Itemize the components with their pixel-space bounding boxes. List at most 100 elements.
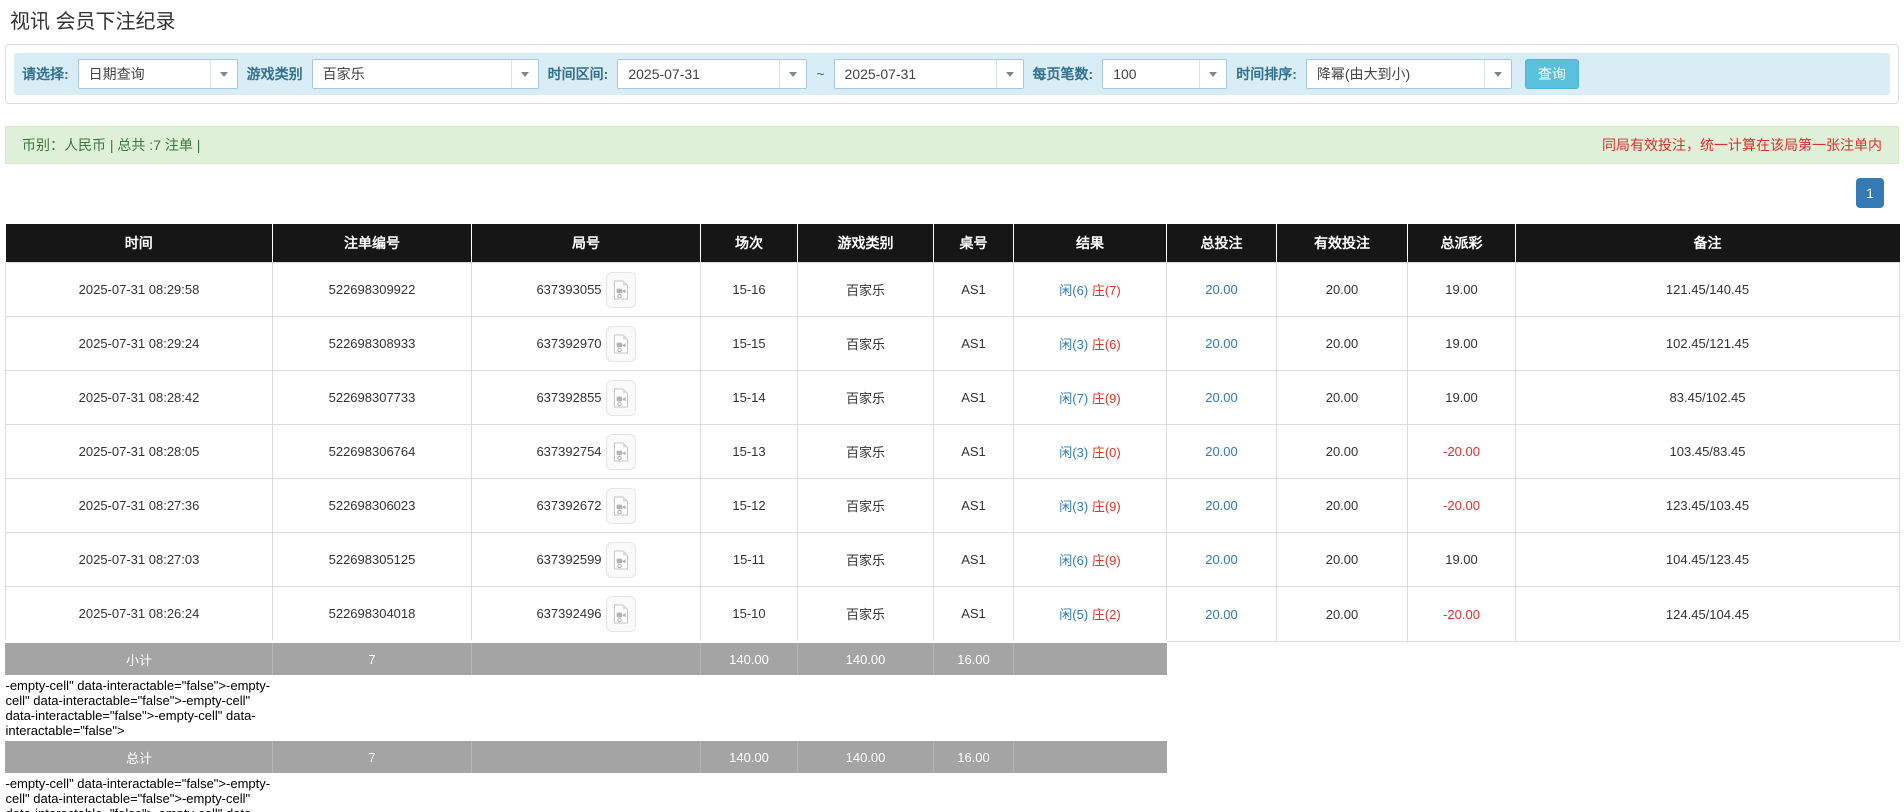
result-banker: 庄(6) xyxy=(1091,337,1121,352)
col-session: 场次 xyxy=(700,224,798,263)
col-result: 结果 xyxy=(1013,224,1167,263)
subtotal-total-bet: 140.00 xyxy=(700,640,798,678)
cell-round: 637392599 xyxy=(471,532,701,587)
cell-game-type: 百家乐 xyxy=(797,370,934,425)
round-number: 637392754 xyxy=(536,444,602,459)
page-title: 视讯 会员下注纪录 xyxy=(10,11,176,33)
payout-value: 19.00 xyxy=(1445,282,1478,297)
select-mode-dropdown[interactable]: 日期查询 xyxy=(77,59,238,89)
page-size-dropdown[interactable]: 100 xyxy=(1102,59,1228,89)
round-number: 637392970 xyxy=(536,336,602,351)
video-replay-button[interactable] xyxy=(605,325,636,362)
cell-session: 15-15 xyxy=(700,316,798,371)
cell-total-bet: 20.00 xyxy=(1166,262,1277,317)
total-row: 总计 7 140.00 140.00 16.00 xyxy=(5,738,1900,776)
cell-remark: 104.45/123.45 xyxy=(1515,532,1900,587)
cell-bet-id: 522698306764 xyxy=(272,424,472,479)
result-player: 闲(6) xyxy=(1059,553,1089,568)
table-row: 2025-07-31 08:28:42 522698307733 637392855… xyxy=(5,370,1900,425)
table-header-row: 时间 注单编号 局号 场次 游戏类别 桌号 结果 总投注 有效投注 总派彩 备注 xyxy=(5,224,1900,263)
subtotal-payout: 16.00 xyxy=(933,640,1014,678)
summary-bar: 币别：人民币 | 总共 :7 注单 | 同局有效投注，统一计算在该局第一张注单内 xyxy=(5,126,1899,164)
cell-round: 637392970 xyxy=(471,316,701,371)
cell-session: 15-10 xyxy=(700,586,798,642)
cell-bet-id: 522698305125 xyxy=(272,532,472,587)
payout-value: -20.00 xyxy=(1443,444,1480,459)
total-bet-link[interactable]: 20.00 xyxy=(1205,444,1238,459)
date-to-dropdown[interactable]: 2025-07-31 xyxy=(833,59,1024,89)
cell-round: 637392672 xyxy=(471,478,701,533)
video-replay-icon xyxy=(613,496,628,515)
video-replay-button[interactable] xyxy=(605,271,636,308)
cell-valid-bet: 20.00 xyxy=(1276,316,1408,371)
video-replay-button[interactable] xyxy=(605,541,636,578)
cell-total-bet: 20.00 xyxy=(1166,316,1277,371)
cell-table-no: AS1 xyxy=(933,586,1014,642)
total-bet-link[interactable]: 20.00 xyxy=(1205,607,1238,622)
cell-bet-id: 522698304018 xyxy=(272,586,472,642)
cell-remark: 83.45/102.45 xyxy=(1515,370,1900,425)
total-bet-link[interactable]: 20.00 xyxy=(1205,552,1238,567)
cell-valid-bet: 20.00 xyxy=(1276,370,1408,425)
result-player: 闲(3) xyxy=(1059,445,1089,460)
result-player: 闲(7) xyxy=(1059,391,1089,406)
cell-bet-id: 522698308933 xyxy=(272,316,472,371)
video-replay-button[interactable] xyxy=(605,433,636,470)
cell-payout: -20.00 xyxy=(1407,478,1516,533)
cell-session: 15-11 xyxy=(700,532,798,587)
video-replay-button[interactable] xyxy=(605,487,636,524)
col-game-type: 游戏类别 xyxy=(797,224,934,263)
result-banker: 庄(7) xyxy=(1091,283,1121,298)
col-payout: 总派彩 xyxy=(1407,224,1516,263)
cell-round: 637392496 xyxy=(471,586,701,642)
subtotal-row: 小计 7 140.00 140.00 16.00 xyxy=(5,640,1900,678)
cell-total-bet: 20.00 xyxy=(1166,586,1277,642)
cell-round: 637392754 xyxy=(471,424,701,479)
chevron-down-icon xyxy=(209,60,237,88)
table-row: 2025-07-31 08:26:24 522698304018 637392496… xyxy=(5,586,1900,642)
total-bet-link[interactable]: 20.00 xyxy=(1205,498,1238,513)
total-count: 7 xyxy=(272,738,472,776)
total-bet-link[interactable]: 20.00 xyxy=(1205,390,1238,405)
cell-game-type: 百家乐 xyxy=(797,262,934,317)
page-1-button[interactable]: 1 xyxy=(1856,178,1884,208)
bet-records-table: 时间 注单编号 局号 场次 游戏类别 桌号 结果 总投注 有效投注 总派彩 备注… xyxy=(5,224,1900,812)
total-bet-link[interactable]: 20.00 xyxy=(1205,282,1238,297)
video-replay-icon xyxy=(613,334,628,353)
video-replay-icon xyxy=(613,550,628,569)
subtotal-count: 7 xyxy=(272,640,472,678)
cell-game-type: 百家乐 xyxy=(797,424,934,479)
cell-remark: 123.45/103.45 xyxy=(1515,478,1900,533)
total-bet-link[interactable]: 20.00 xyxy=(1205,336,1238,351)
payout-value: 19.00 xyxy=(1445,390,1478,405)
col-valid-bet: 有效投注 xyxy=(1276,224,1408,263)
chevron-down-icon xyxy=(1483,60,1511,88)
date-from-dropdown[interactable]: 2025-07-31 xyxy=(617,59,808,89)
cell-game-type: 百家乐 xyxy=(797,586,934,642)
time-sort-dropdown[interactable]: 降幂(由大到小) xyxy=(1305,59,1512,89)
time-sort-label: 时间排序: xyxy=(1236,66,1297,82)
game-type-value: 百家乐 xyxy=(322,66,365,82)
table-body: 2025-07-31 08:29:58 522698309922 637393055… xyxy=(5,262,1900,812)
table-row: 2025-07-31 08:29:24 522698308933 637392970… xyxy=(5,316,1900,371)
cell-round: 637392855 xyxy=(471,370,701,425)
cell-result: 闲(5) 庄(2) xyxy=(1013,586,1167,642)
cell-total-bet: 20.00 xyxy=(1166,532,1277,587)
cell-table-no: AS1 xyxy=(933,478,1014,533)
video-replay-button[interactable] xyxy=(605,379,636,416)
chevron-down-icon xyxy=(510,60,538,88)
cell-remark: 102.45/121.45 xyxy=(1515,316,1900,371)
cell-result: 闲(3) 庄(9) xyxy=(1013,478,1167,533)
summary-notice: 同局有效投注，统一计算在该局第一张注单内 xyxy=(1602,137,1882,153)
search-button[interactable]: 查询 xyxy=(1524,59,1579,89)
cell-session: 15-14 xyxy=(700,370,798,425)
cell-remark: 121.45/140.45 xyxy=(1515,262,1900,317)
cell-time: 2025-07-31 08:26:24 xyxy=(5,586,273,642)
cell-session: 15-16 xyxy=(700,262,798,317)
round-number: 637393055 xyxy=(536,282,602,297)
total-label: 总计 xyxy=(5,738,273,776)
video-replay-button[interactable] xyxy=(605,595,636,632)
game-type-dropdown[interactable]: 百家乐 xyxy=(311,59,539,89)
cell-valid-bet: 20.00 xyxy=(1276,532,1408,587)
total-total-bet: 140.00 xyxy=(700,738,798,776)
